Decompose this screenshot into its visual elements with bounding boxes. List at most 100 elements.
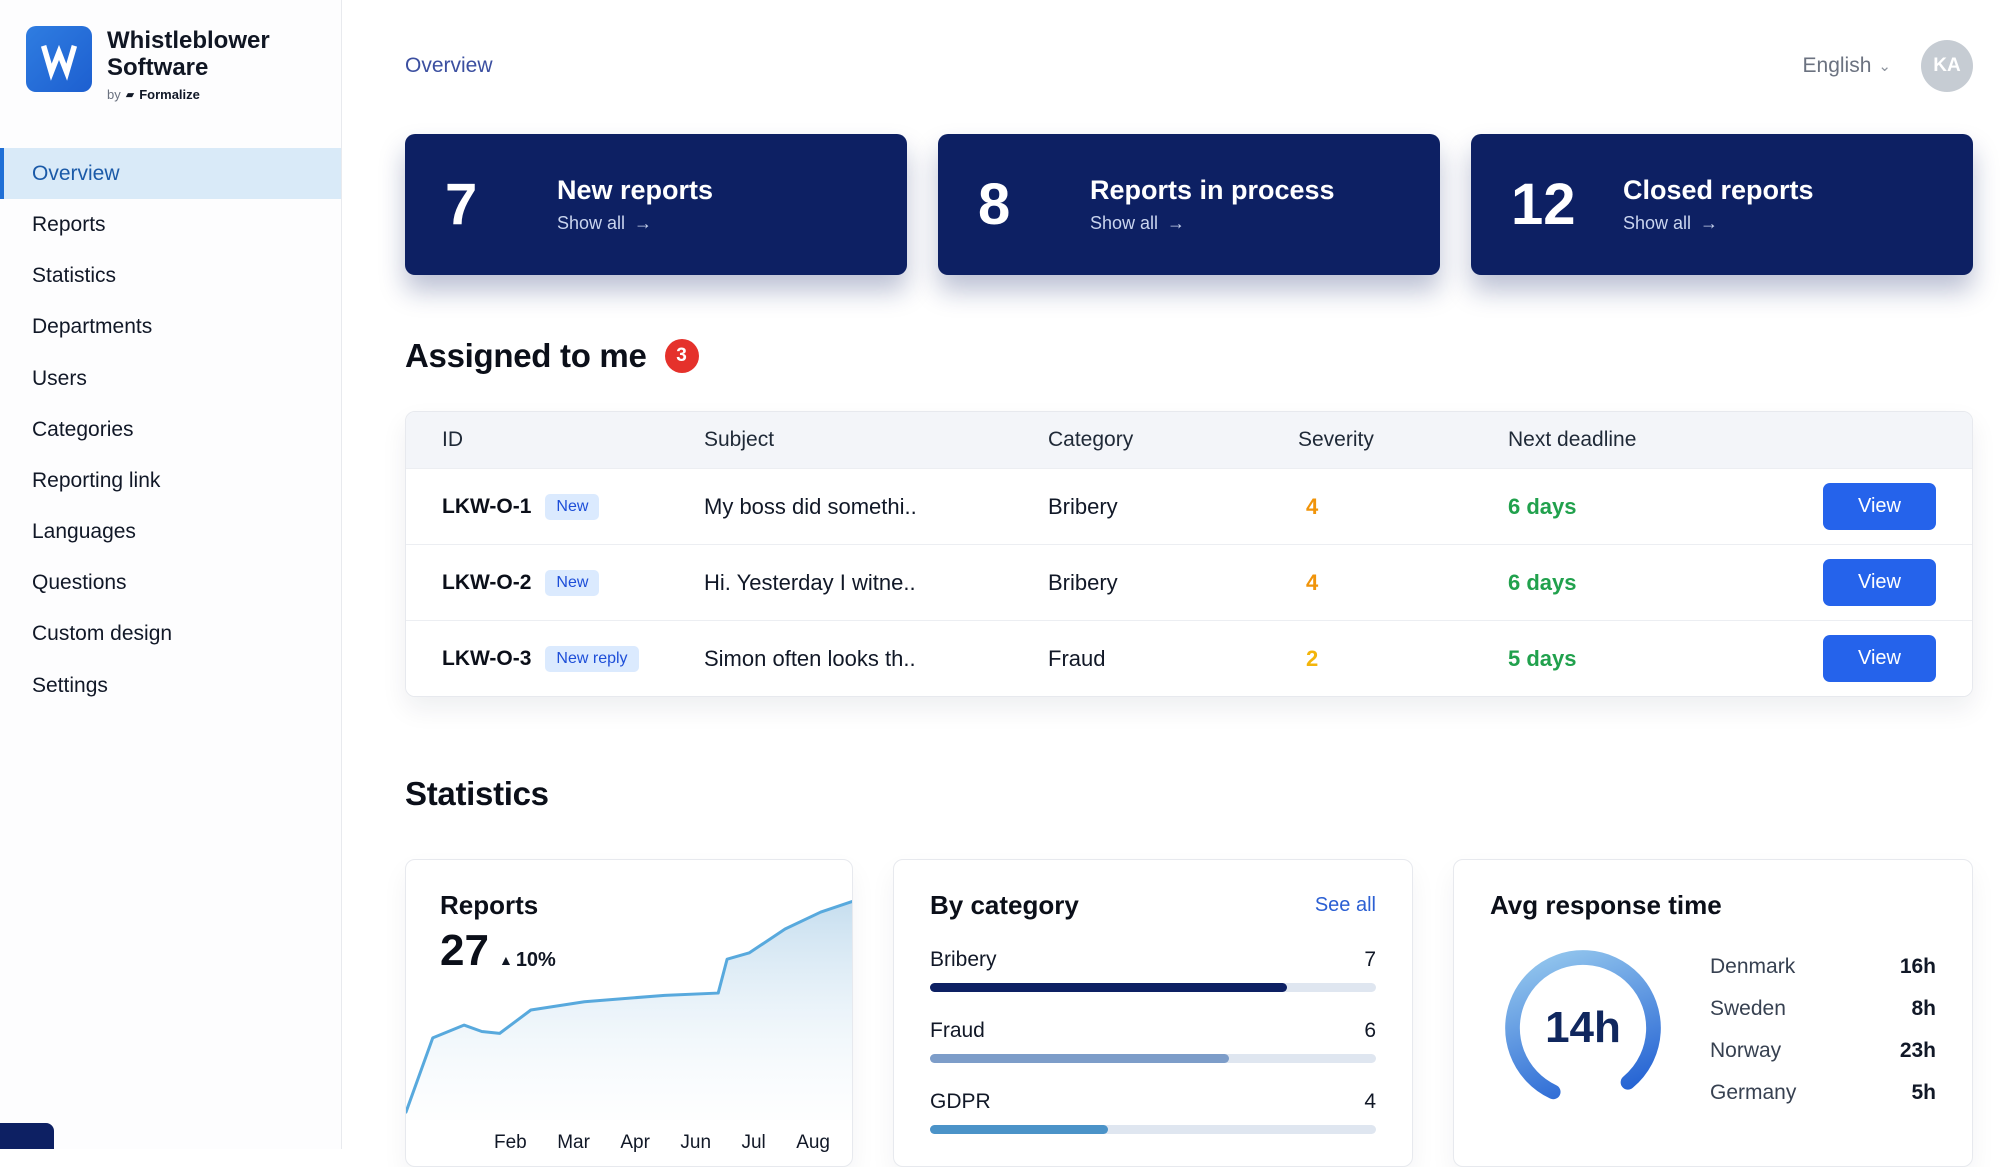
table-header: ID Subject Category Severity Next deadli… <box>406 412 1972 468</box>
category-label: Fraud <box>930 1019 985 1043</box>
assigned-table: ID Subject Category Severity Next deadli… <box>405 411 1973 697</box>
sidebar-nav: Overview Reports Statistics Departments … <box>0 148 341 711</box>
bar-fill <box>930 983 1287 992</box>
reports-delta: ▲ 10% <box>499 949 556 972</box>
avg-response-card: Avg response time <box>1453 859 1973 1167</box>
bar-track <box>930 1054 1376 1063</box>
report-deadline: 5 days <box>1508 646 1798 672</box>
main-content: Overview English ⌄ KA 7 New reports Show… <box>342 0 2000 1149</box>
sidebar-item-categories[interactable]: Categories <box>0 404 341 455</box>
arrow-right-icon: → <box>634 213 652 234</box>
stat-cards: 7 New reports Show all → 8 Reports in pr… <box>405 134 1973 275</box>
report-id: LKW-O-3 <box>442 647 531 671</box>
byline-by: by <box>107 87 121 102</box>
status-badge: New <box>545 494 599 520</box>
list-item: Denmark 16h <box>1710 946 1936 988</box>
report-deadline: 6 days <box>1508 570 1798 596</box>
sidebar-item-questions[interactable]: Questions <box>0 557 341 608</box>
stat-title: New reports <box>557 175 713 206</box>
country-label: Denmark <box>1710 955 1795 979</box>
category-bar-row: Fraud 6 <box>930 1019 1376 1063</box>
country-value: 23h <box>1900 1039 1936 1063</box>
view-button[interactable]: View <box>1823 635 1936 682</box>
table-row: LKW-O-3 New reply Simon often looks th..… <box>406 620 1972 696</box>
brand-byline: by ▰ Formalize <box>107 87 270 102</box>
month-label: Jul <box>741 1132 765 1154</box>
sidebar-item-departments[interactable]: Departments <box>0 301 341 352</box>
reports-chart-card: Reports 27 ▲ 10% <box>405 859 853 1167</box>
sidebar-item-settings[interactable]: Settings <box>0 660 341 711</box>
report-subject: Simon often looks th.. <box>704 646 1048 672</box>
stat-value: 12 <box>1511 171 1587 238</box>
status-badge: New reply <box>545 646 638 672</box>
help-widget[interactable] <box>0 1123 54 1149</box>
assigned-title: Assigned to me <box>405 337 647 375</box>
list-item: Sweden 8h <box>1710 988 1936 1030</box>
table-row: LKW-O-2 New Hi. Yesterday I witne.. Brib… <box>406 544 1972 620</box>
assigned-count-badge: 3 <box>665 339 699 373</box>
statistics-title: Statistics <box>405 775 1973 813</box>
report-severity: 4 <box>1298 570 1508 596</box>
sidebar-item-reporting-link[interactable]: Reporting link <box>0 455 341 506</box>
report-category: Bribery <box>1048 570 1298 596</box>
sidebar: Whistleblower Software by ▰ Formalize Ov… <box>0 0 342 1149</box>
bar-fill <box>930 1125 1108 1134</box>
country-value: 5h <box>1911 1081 1936 1105</box>
x-axis-labels: Feb Mar Apr Jun Jul Aug <box>494 1132 830 1154</box>
show-all-link[interactable]: Show all → <box>557 213 713 234</box>
triangle-up-icon: ▲ <box>499 952 513 968</box>
sidebar-item-users[interactable]: Users <box>0 353 341 404</box>
language-label: English <box>1803 54 1872 78</box>
stat-card-new-reports[interactable]: 7 New reports Show all → <box>405 134 907 275</box>
table-row: LKW-O-1 New My boss did somethi.. Briber… <box>406 468 1972 544</box>
sidebar-item-overview[interactable]: Overview <box>0 148 341 199</box>
view-button[interactable]: View <box>1823 483 1936 530</box>
arrow-right-icon: → <box>1700 213 1718 234</box>
avatar[interactable]: KA <box>1921 40 1973 92</box>
breadcrumb[interactable]: Overview <box>405 54 493 78</box>
reports-total: 27 ▲ 10% <box>440 926 556 976</box>
show-all-link[interactable]: Show all → <box>1090 213 1335 234</box>
stat-title: Reports in process <box>1090 175 1335 206</box>
sidebar-item-reports[interactable]: Reports <box>0 199 341 250</box>
reports-chart-title: Reports <box>440 890 538 921</box>
sidebar-item-languages[interactable]: Languages <box>0 506 341 557</box>
report-subject: Hi. Yesterday I witne.. <box>704 570 1048 596</box>
response-gauge: 14h <box>1490 935 1676 1121</box>
by-category-title: By category <box>930 890 1079 921</box>
statistics-cards: Reports 27 ▲ 10% <box>405 859 1973 1167</box>
bar-track <box>930 1125 1376 1134</box>
assigned-header: Assigned to me 3 <box>405 337 1973 375</box>
stat-card-closed[interactable]: 12 Closed reports Show all → <box>1471 134 1973 275</box>
by-category-card: By category See all Bribery 7 <box>893 859 1413 1167</box>
list-item: Norway 23h <box>1710 1030 1936 1072</box>
country-label: Sweden <box>1710 997 1786 1021</box>
avg-response-title: Avg response time <box>1490 890 1936 921</box>
sidebar-item-statistics[interactable]: Statistics <box>0 250 341 301</box>
sidebar-item-custom-design[interactable]: Custom design <box>0 608 341 659</box>
view-button[interactable]: View <box>1823 559 1936 606</box>
response-country-list: Denmark 16h Sweden 8h Norway 23h <box>1710 942 1936 1114</box>
country-label: Norway <box>1710 1039 1781 1063</box>
bar-track <box>930 983 1376 992</box>
report-subject: My boss did somethi.. <box>704 494 1048 520</box>
byline-formalize: Formalize <box>139 87 200 102</box>
topbar: Overview English ⌄ KA <box>405 40 1973 92</box>
stat-card-in-process[interactable]: 8 Reports in process Show all → <box>938 134 1440 275</box>
country-label: Germany <box>1710 1081 1796 1105</box>
category-label: GDPR <box>930 1090 991 1114</box>
month-label: Mar <box>557 1132 590 1154</box>
status-badge: New <box>545 570 599 596</box>
formalize-logo-icon: ▰ <box>126 88 134 101</box>
col-id: ID <box>442 428 704 452</box>
brand-text: Whistleblower Software by ▰ Formalize <box>107 26 270 102</box>
see-all-link[interactable]: See all <box>1315 894 1376 917</box>
col-next-deadline: Next deadline <box>1508 428 1798 452</box>
statistics-section: Statistics Reports 27 ▲ 10% <box>405 775 1973 1167</box>
month-label: Aug <box>796 1132 830 1154</box>
show-all-label: Show all <box>1090 213 1158 234</box>
report-category: Fraud <box>1048 646 1298 672</box>
language-selector[interactable]: English ⌄ <box>1803 54 1891 78</box>
show-all-link[interactable]: Show all → <box>1623 213 1814 234</box>
brand-name-line2: Software <box>107 55 270 82</box>
